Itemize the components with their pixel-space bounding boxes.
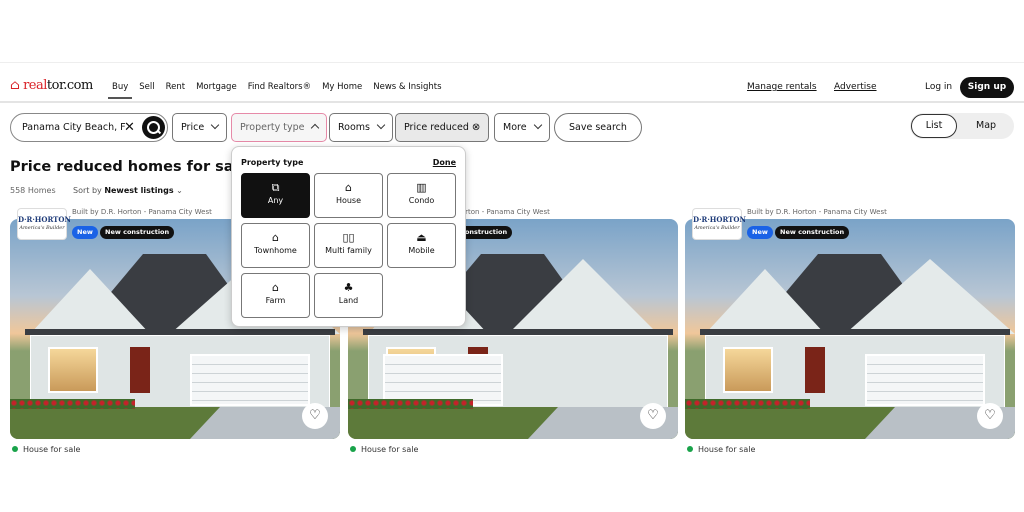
price-reduced-filter[interactable]: Price reduced ⊗: [395, 113, 490, 142]
property-type-option-condo[interactable]: ▥ Condo: [387, 173, 456, 218]
chevron-down-icon: [376, 120, 386, 130]
realtor-logo[interactable]: ⌂ realtor.com: [10, 78, 93, 93]
rooms-filter[interactable]: Rooms: [329, 113, 394, 142]
more-filter[interactable]: More: [494, 113, 550, 142]
new-construction-badge: New construction: [775, 226, 850, 239]
listing-card[interactable]: D·R·HORTONAmerica's Builder Built by D.R…: [685, 205, 1015, 452]
new-badge: New: [747, 226, 773, 239]
nav-buy[interactable]: Buy: [107, 82, 133, 99]
page: ⌂ realtor.com Buy Sell Rent Mortgage Fin…: [0, 62, 1024, 452]
nav-mortgage[interactable]: Mortgage: [196, 82, 237, 92]
listing-status: House for sale: [687, 445, 755, 452]
builder-logo: D·R·HORTONAmerica's Builder: [692, 208, 746, 240]
rooms-label: Rooms: [338, 122, 371, 133]
property-type-option-any[interactable]: ⧉ Any: [241, 173, 310, 218]
house-icon: ⌂: [345, 181, 352, 194]
nav-find-realtors[interactable]: Find Realtors®: [248, 82, 311, 92]
signup-button[interactable]: Sign up: [960, 77, 1014, 98]
listing-status: House for sale: [12, 445, 80, 452]
nav-my-home[interactable]: My Home: [322, 82, 362, 92]
save-search-button[interactable]: Save search: [554, 113, 642, 142]
property-type-label: Property type: [240, 122, 305, 133]
condo-icon: ▥: [416, 181, 427, 194]
chevron-up-icon: [311, 123, 320, 133]
map-view-button[interactable]: Map: [976, 113, 996, 139]
builder-name: Built by D.R. Horton - Panama City West: [72, 208, 212, 216]
clear-icon[interactable]: ✕: [124, 114, 135, 141]
page-title: Price reduced homes for sale in: [10, 159, 269, 175]
mobile-home-icon: ⏏: [416, 231, 427, 244]
listing-status: House for sale: [350, 445, 418, 452]
property-type-option-mobile[interactable]: ⏏ Mobile: [387, 223, 456, 268]
listing-photo[interactable]: New New construction ♡: [685, 219, 1015, 439]
option-label: Multi family: [325, 246, 372, 255]
new-construction-badge: New construction: [100, 226, 175, 239]
price-reduced-label: Price reduced: [404, 122, 469, 133]
property-type-option-townhome[interactable]: ⌂ Townhome: [241, 223, 310, 268]
nav-sell[interactable]: Sell: [139, 82, 154, 92]
search-value: Panama City Beach, F: [22, 122, 126, 133]
main-nav: Buy Sell Rent Mortgage Find Realtors® My…: [107, 82, 442, 99]
property-type-option-house[interactable]: ⌂ House: [314, 173, 383, 218]
builder-name: Built by D.R. Horton - Panama City West: [747, 208, 887, 216]
property-type-dropdown: Property type Done ⧉ Any ⌂ House ▥ Condo ⌂ Town…: [231, 146, 466, 327]
option-label: Mobile: [408, 246, 435, 255]
remove-filter-icon[interactable]: ⊗: [472, 122, 480, 133]
builder-logo: D·R·HORTONAmerica's Builder: [17, 208, 71, 240]
property-type-option-farm[interactable]: ⌂ Farm: [241, 273, 310, 318]
nav-news[interactable]: News & Insights: [373, 82, 441, 92]
location-search-input[interactable]: Panama City Beach, F ✕: [10, 113, 168, 142]
option-label: House: [335, 196, 362, 205]
property-type-option-multi-family[interactable]: ▯▯ Multi family: [314, 223, 383, 268]
result-count: 558 Homes: [10, 186, 56, 195]
more-label: More: [503, 122, 527, 133]
farm-icon: ⌂: [272, 281, 279, 294]
any-property-icon: ⧉: [271, 181, 280, 194]
townhome-icon: ⌂: [272, 231, 279, 244]
new-badge: New: [72, 226, 98, 239]
login-link[interactable]: Log in: [925, 82, 952, 92]
view-toggle: List Map: [910, 113, 1014, 139]
option-label: Land: [338, 296, 359, 305]
option-label: Any: [267, 196, 284, 205]
advertise-link[interactable]: Advertise: [834, 82, 877, 92]
sort-dropdown[interactable]: Sort by Newest listings ⌄: [73, 186, 183, 195]
price-label: Price: [181, 122, 205, 133]
manage-rentals-link[interactable]: Manage rentals: [747, 82, 817, 92]
land-icon: ♣: [343, 281, 354, 294]
sort-label: Sort by: [73, 186, 102, 195]
option-label: Farm: [265, 296, 286, 305]
option-label: Condo: [408, 196, 435, 205]
property-type-filter[interactable]: Property type: [231, 113, 328, 142]
favorite-heart-icon[interactable]: ♡: [640, 403, 666, 429]
option-label: Townhome: [254, 246, 297, 255]
dropdown-title: Property type: [241, 158, 304, 167]
search-icon[interactable]: [142, 116, 165, 139]
price-filter[interactable]: Price: [172, 113, 228, 142]
property-type-option-land[interactable]: ♣ Land: [314, 273, 383, 318]
list-view-button[interactable]: List: [911, 114, 957, 138]
chevron-down-icon: [533, 120, 542, 130]
multi-family-icon: ▯▯: [342, 231, 355, 244]
nav-rent[interactable]: Rent: [166, 82, 185, 92]
favorite-heart-icon[interactable]: ♡: [977, 403, 1003, 429]
header: ⌂ realtor.com Buy Sell Rent Mortgage Fin…: [0, 63, 1024, 103]
favorite-heart-icon[interactable]: ♡: [302, 403, 328, 429]
chevron-down-icon: [210, 120, 220, 130]
done-button[interactable]: Done: [433, 158, 456, 167]
sort-value: Newest listings: [104, 186, 174, 195]
